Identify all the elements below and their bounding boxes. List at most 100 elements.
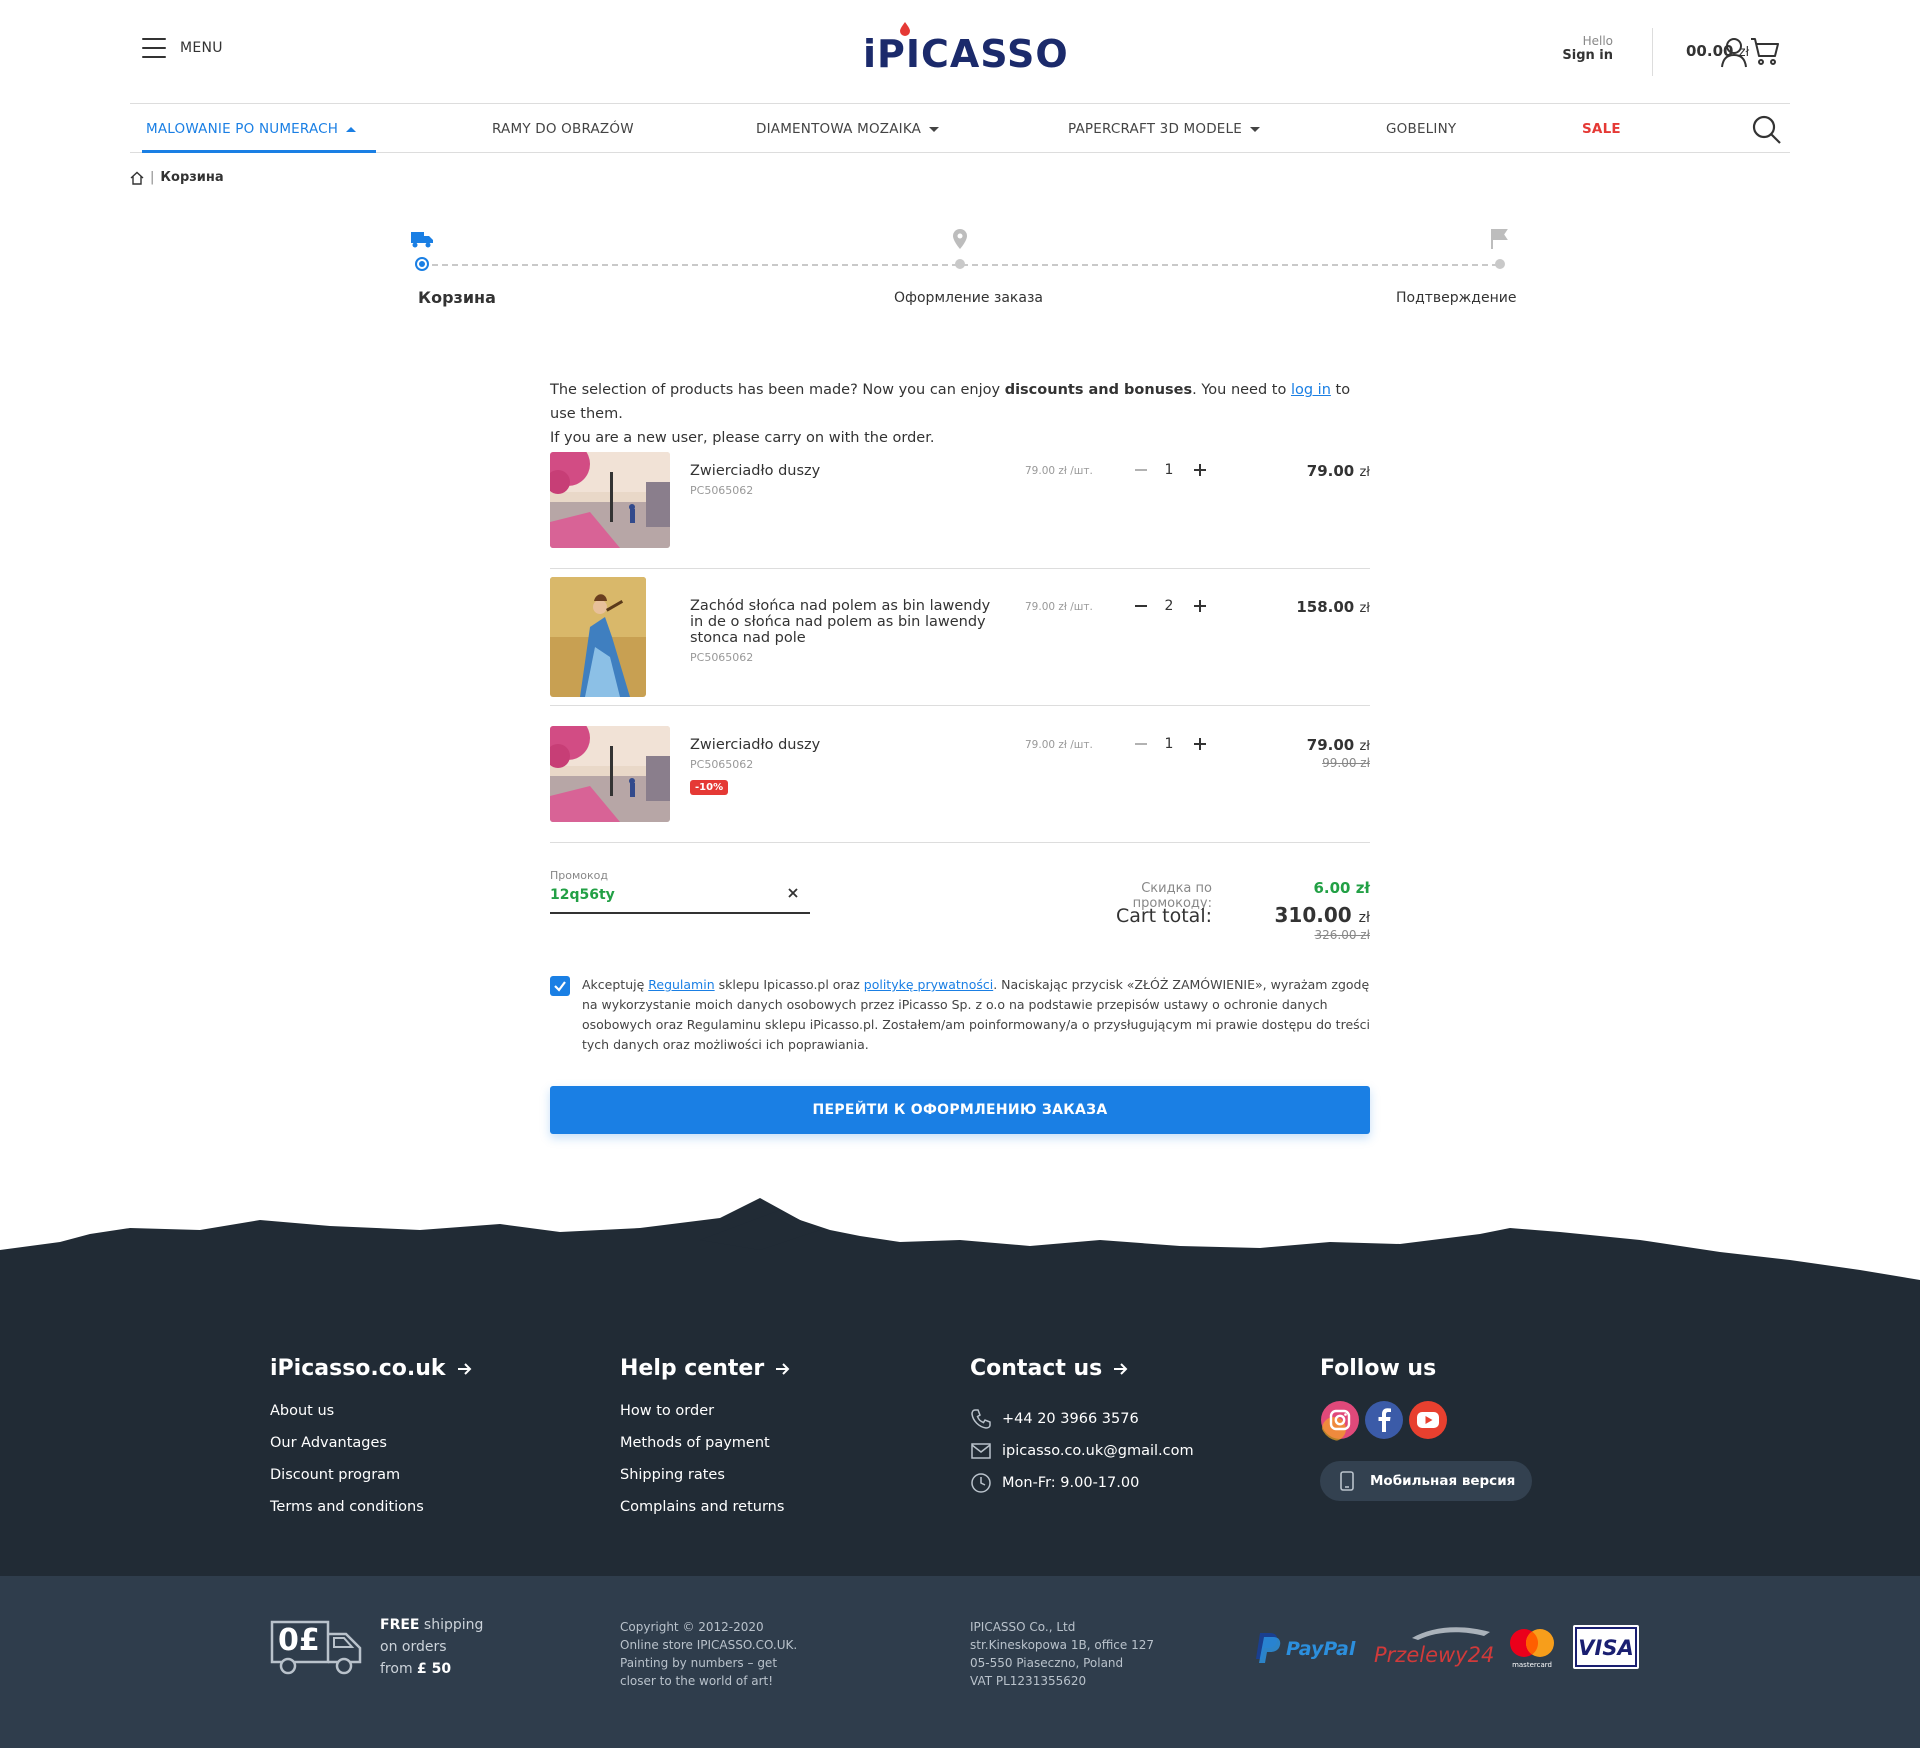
footer: iPicasso.co.uk About us Our Advantages D… [0,1290,1920,1576]
footer-title-help[interactable]: Help center [620,1356,790,1381]
qty-value[interactable]: 2 [1159,598,1179,614]
product-sku: PC5065062 [690,651,754,664]
footer-link[interactable]: Complains and returns [620,1499,790,1531]
footer-bottom: 0£ FREE shipping on orders from £ 50 Cop… [0,1576,1920,1748]
footer-title-contact[interactable]: Contact us [970,1356,1194,1381]
nav-item-sale[interactable]: SALE [1582,121,1621,137]
hours-text: Mon-Fr: 9.00-17.00 [1002,1475,1140,1491]
footer-link[interactable]: Our Advantages [270,1435,472,1467]
product-thumbnail[interactable] [550,726,670,822]
qty-plus-icon[interactable] [1192,462,1208,478]
terms-checkbox[interactable] [550,976,570,996]
visa-text: VISA [1578,1636,1633,1660]
cart-total-value: 310.00 zł [1275,903,1370,927]
promo-underline [550,912,810,914]
step-dot-active [415,257,429,271]
breadcrumb-current: Корзина [160,170,224,185]
company-info: IPICASSO Co., Ltd str.Kineskopowa 1B, of… [970,1618,1154,1690]
product-name[interactable]: Zachód słońca nad polem as bin lawendy i… [690,598,1000,646]
mail-icon [971,1443,991,1459]
nav-item-papercraft[interactable]: PAPERCRAFT 3D MODELE [1068,121,1260,137]
caret-up-icon [346,126,357,132]
product-thumbnail[interactable] [550,577,646,697]
close-icon[interactable] [786,886,800,900]
login-link[interactable]: log in [1291,382,1331,398]
site-logo[interactable]: iPICASSO [863,18,1068,76]
cart-item: Zwierciadło duszy PC5065062 -10% 79.00 z… [550,726,1370,843]
sign-in-text: Sign in [1562,48,1613,63]
facebook-icon[interactable] [1364,1399,1404,1441]
nav-item-ramy[interactable]: RAMY DO OBRAZÓW [492,121,634,137]
footer-link[interactable]: How to order [620,1403,790,1435]
intro-text: The selection of products has been made?… [550,382,1005,398]
footer-link[interactable]: Terms and conditions [270,1499,472,1531]
nav-item-malowanie[interactable]: MALOWANIE PO NUMERACH [146,121,357,137]
step-label-cart: Корзина [418,288,496,307]
title-text: Contact us [970,1356,1103,1381]
proceed-to-checkout-button[interactable]: ПЕРЕЙТИ К ОФОРМЛЕНИЮ ЗАКАЗА [550,1086,1370,1134]
free-shipping-truck-icon: 0£ [270,1620,362,1675]
arrow-right-icon [776,1362,790,1375]
youtube-icon[interactable] [1408,1399,1448,1441]
footer-title-follow: Follow us [1320,1356,1437,1381]
instagram-icon[interactable] [1320,1399,1360,1441]
qty-plus-icon[interactable] [1192,598,1208,614]
nav-label: SALE [1582,121,1621,137]
footer-title-site[interactable]: iPicasso.co.uk [270,1356,472,1381]
step-dot [1495,259,1505,269]
qty-plus-icon[interactable] [1192,736,1208,752]
qty-value[interactable]: 1 [1159,462,1179,478]
footer-link[interactable]: Methods of payment [620,1435,790,1467]
step-label-checkout: Оформление заказа [894,290,1043,306]
ship-text-part: shipping [419,1617,484,1633]
footer-col-social: Follow us Мобильная версия [1320,1356,1532,1501]
price-currency: zł [1359,465,1370,480]
location-pin-icon [953,229,967,249]
caret-down-icon [929,126,940,132]
free-shipping-text: FREE shipping on orders from £ 50 [380,1614,483,1680]
home-icon[interactable] [130,171,144,185]
contact-email[interactable]: ipicasso.co.uk@gmail.com [970,1435,1194,1467]
product-thumbnail[interactable] [550,452,670,548]
product-name[interactable]: Zwierciadło duszy [690,463,1000,479]
nav-label: DIAMENTOWA MOZAIKA [756,121,922,137]
product-name[interactable]: Zwierciadło duszy [690,737,1000,753]
mobile-version-label: Мобильная версия [1370,1473,1516,1489]
social-links [1320,1399,1532,1441]
email-text: ipicasso.co.uk@gmail.com [1002,1443,1194,1459]
search-icon[interactable] [1752,115,1782,145]
privacy-policy-link[interactable]: politykę prywatności [864,977,993,992]
account-link[interactable]: Hello Sign in [1540,34,1655,63]
cart-icon[interactable] [1750,36,1780,66]
cart-currency: zł [1738,45,1750,60]
nav-item-diamentowa[interactable]: DIAMENTOWA MOZAIKA [756,121,940,137]
copyright-line: Copyright © 2012-2020 [620,1620,764,1634]
company-line: VAT PL1231355620 [970,1674,1087,1688]
qty-minus-icon[interactable] [1133,736,1149,752]
check-icon [554,981,566,992]
copyright-line: Painting by numbers – get [620,1656,778,1670]
qty-minus-icon[interactable] [1133,462,1149,478]
mastercard-logo: mastercard [1510,1629,1554,1669]
footer-link[interactable]: About us [270,1403,472,1435]
company-line: 05-550 Piaseczno, Poland [970,1656,1124,1670]
header-cart-total[interactable]: 00.00 zł [1686,42,1749,60]
header-divider [1652,28,1653,76]
przelewy24-logo: Przelewy24 [1374,1627,1494,1667]
contact-phone[interactable]: +44 20 3966 3576 [970,1403,1194,1435]
menu-button[interactable]: MENU [142,38,223,58]
footer-link[interactable]: Discount program [270,1467,472,1499]
item-price: 158.00 zł [1296,598,1370,616]
regulamin-link[interactable]: Regulamin [648,977,714,992]
product-sku: PC5065062 [690,758,754,771]
mastercard-text: mastercard [1512,1661,1552,1669]
product-sku: PC5065062 [690,484,754,497]
promo-label: Промокод [550,869,608,882]
mobile-version-button[interactable]: Мобильная версия [1320,1461,1532,1501]
qty-value[interactable]: 1 [1159,736,1179,752]
footer-link[interactable]: Shipping rates [620,1467,790,1499]
qty-minus-icon[interactable] [1133,598,1149,614]
clock-icon [971,1473,991,1493]
promo-input[interactable]: 12q56ty [550,887,615,903]
nav-item-gobeliny[interactable]: GOBELINY [1386,121,1456,137]
